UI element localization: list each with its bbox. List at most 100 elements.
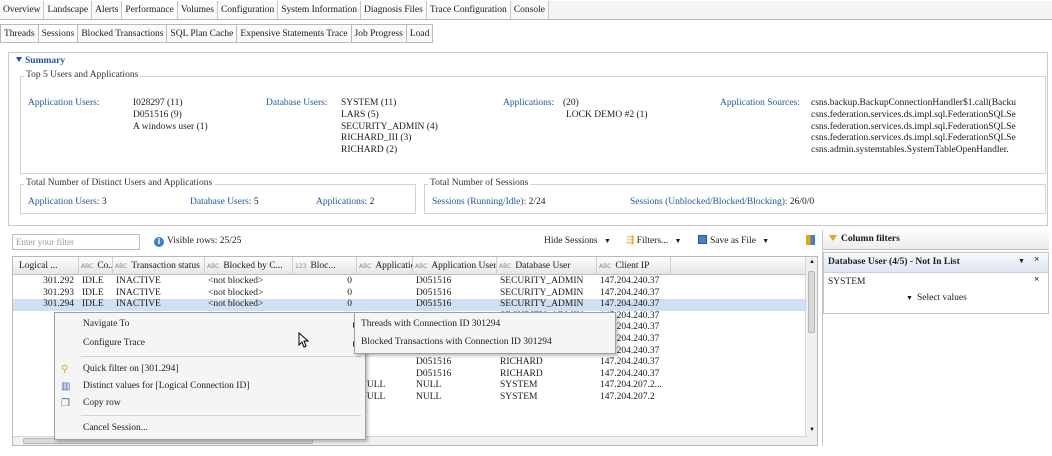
table-cell: SECURITY_ADMIN <box>500 299 584 310</box>
column-type-icon: 123 <box>295 263 307 270</box>
app-users-list: I028297 (11) D051516 (9) A windows user (1… <box>133 98 208 133</box>
scroll-thumb[interactable] <box>808 271 815 333</box>
app-sources-item: csns.federation.services.ds.impl.sql.Fed… <box>811 109 1016 120</box>
top-tab-trace-configuration[interactable]: Trace Configuration <box>426 1 511 19</box>
table-cell: NULL <box>360 380 386 391</box>
table-cell: IDLE <box>82 276 104 286</box>
select-values-button[interactable]: ▼ Select values <box>906 293 967 303</box>
db-users-item: RICHARD (2) <box>341 145 398 156</box>
sub-tab-threads[interactable]: Threads <box>0 24 39 43</box>
table-cell: D051516 <box>416 299 452 310</box>
filters-button[interactable]: ⇶ Filters... ▼ <box>626 235 681 246</box>
top-tab-system-information[interactable]: System Information <box>278 1 361 19</box>
table-cell: RICHARD <box>500 368 543 379</box>
column-header[interactable]: ABCApplication <box>357 257 413 275</box>
table-cell: 0 <box>347 287 352 298</box>
dropdown-arrow-icon: ▼ <box>603 237 611 245</box>
table-cell: D051516 <box>416 357 452 368</box>
table-toolbar: Enter your filter i Visible rows: 25/25 H… <box>12 232 818 252</box>
table-cell: SECURITY_ADMIN <box>500 276 584 286</box>
vertical-scrollbar[interactable]: ▲ ▼ <box>805 257 817 445</box>
scroll-down-icon[interactable]: ▼ <box>809 427 815 433</box>
distinct-apps: Applications: 2 <box>316 197 375 207</box>
top-tab-bar: Overview Landscape Alerts Performance Volume… <box>0 1 1052 20</box>
applications-label: Applications: <box>503 98 555 108</box>
info-icon: i <box>154 237 164 247</box>
scroll-up-icon[interactable]: ▲ <box>809 259 815 265</box>
column-header-label: Application <box>375 261 412 271</box>
app-users-item: D051516 (9) <box>133 109 182 120</box>
sub-tab-bar: Threads Sessions Blocked Transactions SQL P… <box>0 24 1052 43</box>
sub-tab-blocked-transactions[interactable]: Blocked Transactions <box>78 24 168 43</box>
app-sources-item: csns.federation.services.ds.impl.sql.Fed… <box>811 133 1016 144</box>
sub-tab-job-progress[interactable]: Job Progress <box>351 24 407 43</box>
collapse-icon[interactable]: ▼ <box>1018 257 1025 265</box>
table-cell: <not blocked> <box>208 287 264 298</box>
column-settings-icon[interactable] <box>806 235 815 248</box>
sessions-blocked: Sessions (Unblocked/Blocked/Blocking): 2… <box>630 197 815 207</box>
save-as-file-button[interactable]: Save as File ▼ <box>698 235 769 246</box>
menu-cancel-session[interactable]: Cancel Session... <box>55 419 365 438</box>
submenu-blocked[interactable]: Blocked Transactions with Connection ID … <box>355 333 615 352</box>
column-header-label: Blocked by C... <box>223 261 283 271</box>
menu-navigate-to[interactable]: Navigate To <box>55 315 365 334</box>
table-cell: INACTIVE <box>116 287 161 298</box>
top-tab-volumes[interactable]: Volumes <box>177 1 218 19</box>
filter-input[interactable]: Enter your filter <box>12 234 140 250</box>
table-cell: <not blocked> <box>208 276 264 286</box>
top-tab-landscape[interactable]: Landscape <box>44 1 93 19</box>
menu-configure-trace[interactable]: Configure Trace <box>55 334 365 353</box>
submenu-threads[interactable]: Threads with Connection ID 301294 <box>355 315 615 334</box>
app-users-item: A windows user (1) <box>133 121 208 132</box>
remove-value-icon[interactable]: × <box>1034 275 1039 285</box>
column-type-icon: ABC <box>81 263 94 270</box>
table-cell: D051516 <box>416 287 452 298</box>
table-cell: 0 <box>347 276 352 286</box>
sub-tab-sql-plan-cache[interactable]: SQL Plan Cache <box>167 24 238 43</box>
hide-sessions-button[interactable]: Hide Sessions ▼ <box>544 236 611 246</box>
applications-value-1: LOCK DEMO #2 (1) <box>566 110 648 120</box>
menu-copy-row[interactable]: ❐ Copy row <box>55 394 365 413</box>
table-cell: INACTIVE <box>116 299 161 310</box>
app-sources-item: csns.admin.systemtables.SystemTableOpenH… <box>811 145 1009 156</box>
column-header[interactable]: ABC Application User <box>413 257 497 275</box>
column-header[interactable]: 123 Bloc... <box>293 257 357 275</box>
summary-toggle[interactable]: Summary <box>16 56 65 66</box>
column-filters-panel: Column filters Database User (4/5) - Not… <box>822 230 1049 446</box>
filter-card: Database User (4/5) - Not In List ▼ × SY… <box>823 252 1049 314</box>
dropdown-arrow-icon: ▼ <box>674 237 682 245</box>
close-filter-icon[interactable]: × <box>1034 255 1039 265</box>
sub-tab-expensive-statements-trace[interactable]: Expensive Statements Trace <box>237 24 352 43</box>
db-users-label: Database Users: <box>266 98 328 108</box>
top-tab-configuration[interactable]: Configuration <box>217 1 279 19</box>
distinct-app-users: Application Users: 3 <box>28 197 107 207</box>
sessions-running: Sessions (Running/Idle): 2/24 <box>432 197 546 207</box>
column-header[interactable]: ABCCo... <box>79 257 113 275</box>
table-row[interactable]: 301.294 IDLE INACTIVE <not blocked> 0 D051516… <box>13 299 807 311</box>
top-tab-overview[interactable]: Overview <box>0 1 45 19</box>
table-cell: 301.293 <box>43 287 74 298</box>
sub-tab-sessions[interactable]: Sessions <box>38 24 79 43</box>
db-users-item: SECURITY_ADMIN (4) <box>341 121 438 132</box>
top-tab-performance[interactable]: Performance <box>122 1 178 19</box>
column-header[interactable]: ABC Transaction status <box>113 257 205 275</box>
menu-separator <box>81 415 361 416</box>
table-cell: IDLE <box>82 287 104 298</box>
dropdown-arrow-icon: ▼ <box>906 294 913 302</box>
column-header[interactable]: ABC Client IP <box>597 257 671 275</box>
column-header-label: Logical ... <box>19 261 58 271</box>
top-tab-diagnosis-files[interactable]: Diagnosis Files <box>360 1 427 19</box>
table-row[interactable]: 301.292 IDLE INACTIVE <not blocked> 0 D051516… <box>13 276 807 288</box>
app-sources-list: csns.backup.BackupConnectionHandler$1.ca… <box>811 98 1047 157</box>
column-header[interactable]: ABC Database User <box>497 257 597 275</box>
table-row[interactable]: 301.293 IDLE INACTIVE <not blocked> 0 D051516… <box>13 288 807 300</box>
column-header[interactable]: ABC Blocked by C... <box>205 257 293 275</box>
top-tab-alerts[interactable]: Alerts <box>92 1 123 19</box>
grid-header: Logical ... ABCCo...ABCTransaction status… <box>13 257 807 275</box>
column-header-label: Co... <box>97 261 113 271</box>
top-tab-console[interactable]: Console <box>510 1 549 19</box>
column-header[interactable]: Logical ... <box>13 257 79 275</box>
table-cell: NULL <box>416 380 442 391</box>
db-users-item: SYSTEM (11) <box>341 98 397 108</box>
sub-tab-load[interactable]: Load <box>406 24 434 43</box>
